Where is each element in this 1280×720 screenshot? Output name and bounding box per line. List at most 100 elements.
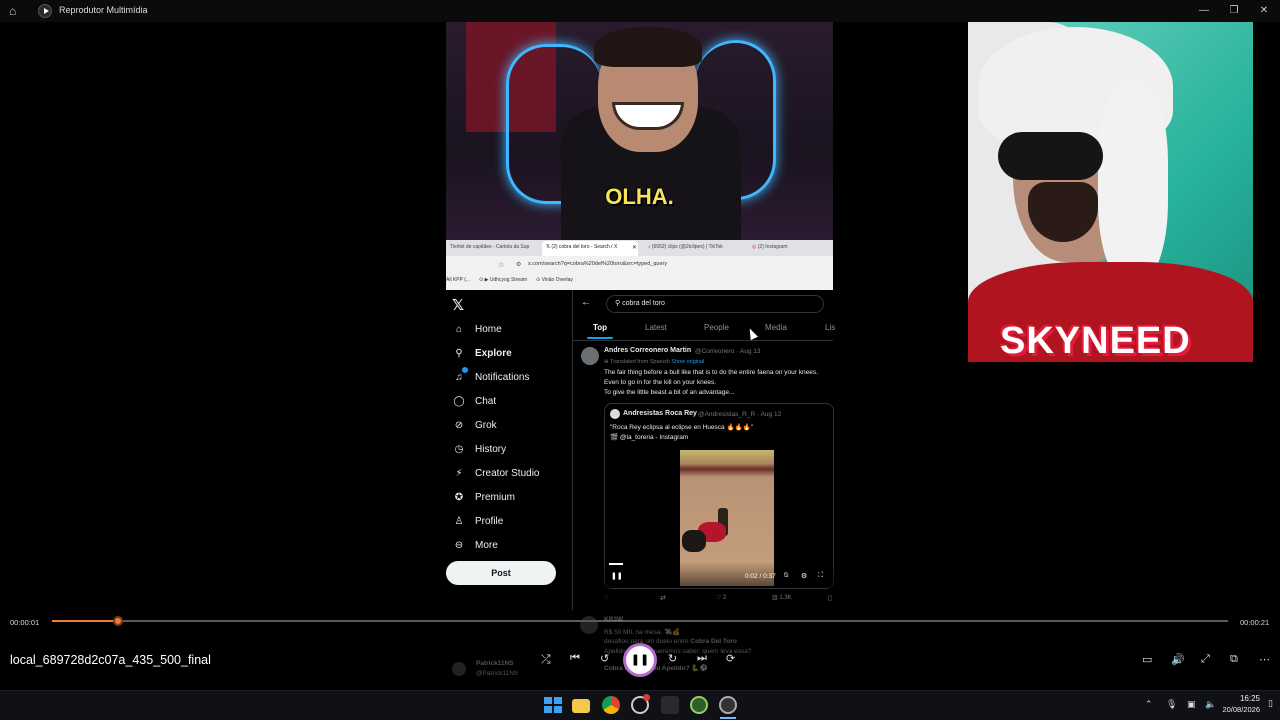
nav-profile[interactable]: ♙ Profile	[452, 512, 504, 530]
pause-icon: ❚❚	[630, 654, 650, 666]
miniplayer-icon[interactable]: ⧉	[1230, 653, 1238, 666]
minimize-button[interactable]: —	[1192, 3, 1216, 19]
close-tab-icon[interactable]: ✕	[632, 244, 637, 251]
nav-premium[interactable]: ✪ Premium	[452, 488, 515, 506]
more-icon: ⊖	[454, 539, 464, 551]
close-button[interactable]: ✕	[1252, 3, 1276, 19]
clock-time[interactable]: 16:25	[1220, 694, 1260, 703]
app-icon[interactable]	[661, 696, 679, 714]
browser-tab-active[interactable]: 𝕏 (2) cobra del toro - Search / X	[542, 241, 638, 256]
tweet-author[interactable]: Andres Correonero Martin	[604, 347, 691, 354]
browser-tab[interactable]: ◎ (2) Instagram	[752, 244, 832, 250]
streamer-video: OLHA.	[446, 22, 833, 240]
subtitles-icon[interactable]: ▭	[1142, 653, 1152, 666]
url-bar[interactable]: x.com/search?q=cobra%20del%20toro&src=ty…	[528, 261, 667, 267]
tweet-text: Even to go in for the kill on your knees…	[604, 379, 717, 386]
seek-fill	[52, 620, 118, 622]
history-icon: ◷	[454, 443, 464, 455]
bookmark-icon[interactable]: ▯	[828, 594, 832, 602]
retweet-icon[interactable]: ⇄	[660, 594, 666, 602]
nav-creator-studio[interactable]: ⚡ Creator Studio	[452, 464, 539, 482]
quoted-handle-date: @Andresistas_R_R · Aug 12	[698, 411, 782, 418]
search-input[interactable]: ⚲ cobra del toro	[606, 295, 824, 313]
side-user: Patrick11NS @Patrick11NS	[452, 660, 572, 682]
app-title: Reprodutor Multimídia	[59, 5, 148, 15]
volume-icon[interactable]: 🔊	[1171, 653, 1185, 666]
tab-lists[interactable]: Lis	[825, 323, 835, 332]
file-name: local_689728d2c07a_435_500_final	[10, 653, 211, 667]
elapsed-time: 00:00:01	[10, 618, 40, 627]
avatar[interactable]	[581, 347, 599, 365]
pause-button[interactable]: ❚❚	[626, 646, 654, 674]
repeat-off-icon[interactable]: ⟳	[726, 652, 735, 665]
tab-people[interactable]: People	[704, 323, 729, 332]
bell-icon: ♫	[452, 367, 468, 384]
remaining-time: 00:00:21	[1240, 618, 1270, 627]
reply-icon[interactable]: ◌	[604, 594, 608, 601]
profile-icon: ♙	[454, 515, 464, 527]
bookmark-item[interactable]: ⊙ ▶ Udhcyog Stream	[479, 277, 527, 283]
network-icon[interactable]: ▣	[1187, 699, 1196, 710]
nav-more[interactable]: ⊖ More	[452, 536, 498, 554]
post-button[interactable]: Post	[446, 561, 556, 585]
home-icon[interactable]: ⌂	[9, 4, 23, 18]
tab-latest[interactable]: Latest	[645, 323, 667, 332]
notifications-icon[interactable]: ▯	[1268, 698, 1273, 709]
obs-icon[interactable]	[631, 694, 650, 714]
premium-icon: ✪	[454, 491, 464, 503]
browser-chrome: Tierlist de capitães - Cartola da Sup 𝕏 …	[446, 240, 833, 290]
lightning-icon: ⚡	[455, 467, 463, 479]
clock-date[interactable]: 20/08/2026	[1210, 705, 1260, 714]
show-original-link[interactable]: Show original	[671, 359, 704, 365]
x-logo-icon[interactable]: 𝕏	[452, 296, 464, 314]
settings-icon[interactable]: ⚙	[801, 572, 807, 580]
avatar	[610, 409, 620, 419]
heart-icon: ♡	[716, 595, 724, 601]
app-icon	[38, 4, 52, 18]
nav-chat[interactable]: ◯ Chat	[452, 392, 496, 410]
views-count[interactable]: ▥ 1.3K	[772, 594, 792, 601]
previous-icon[interactable]: ⏮	[570, 652, 580, 665]
next-icon[interactable]: ⏭	[697, 652, 707, 665]
nav-history[interactable]: ◷ History	[452, 440, 507, 458]
bookmark-item[interactable]: ⊙ Vinão Overlay	[536, 277, 573, 283]
file-explorer-icon[interactable]	[572, 699, 590, 713]
tab-media[interactable]: Media	[765, 323, 787, 332]
restore-button[interactable]: ❐	[1222, 3, 1246, 19]
grok-icon: ⊘	[454, 419, 464, 431]
tweet-text: To give the little beast a bit of an adv…	[604, 389, 735, 396]
forward-30-icon[interactable]: ↻	[668, 652, 677, 665]
nav-explore[interactable]: ⚲ Explore	[452, 344, 511, 362]
tweet-video-time: 0:02 / 0:37	[745, 573, 776, 580]
microphone-icon[interactable]: 🎙	[1166, 699, 1177, 710]
shuffle-icon[interactable]: ⤮	[541, 652, 551, 667]
video-progress[interactable]	[609, 563, 623, 565]
media-player-taskbar-icon[interactable]	[719, 696, 737, 714]
fullscreen-icon[interactable]: ⛶	[818, 572, 823, 580]
rewind-10-icon[interactable]: ↺	[600, 652, 609, 665]
chrome-icon[interactable]	[602, 696, 620, 714]
windows-start-icon[interactable]	[543, 696, 562, 714]
facecam: SKYNEED	[968, 22, 1253, 362]
like-button[interactable]: ♡ 2	[716, 594, 726, 601]
tweet-pause-icon[interactable]: ❚❚	[611, 572, 623, 580]
seek-thumb[interactable]	[112, 616, 123, 626]
back-arrow-icon[interactable]: ←	[581, 297, 591, 308]
mute-icon[interactable]: ⍉	[784, 572, 788, 580]
fullscreen-icon[interactable]: ⤢	[1201, 653, 1210, 666]
bookmark-icon[interactable]: ☆	[498, 261, 504, 269]
chevron-up-icon[interactable]: ⌃	[1145, 699, 1153, 710]
search-icon: ⚲	[455, 347, 463, 359]
app-icon[interactable]	[690, 696, 708, 714]
nav-home[interactable]: ⌂ Home	[452, 320, 502, 338]
bookmark-item[interactable]: All KPP (...	[446, 277, 470, 283]
nav-grok[interactable]: ⊘ Grok	[452, 416, 497, 434]
streamer-name-overlay: SKYNEED	[1000, 320, 1191, 362]
site-info-icon[interactable]: ⚙	[516, 261, 521, 268]
browser-tab[interactable]: Tierlist de capitães - Cartola da Sup	[450, 244, 538, 250]
quoted-credit: 🎬 @la_toreria - Instagram	[610, 434, 689, 441]
browser-tab[interactable]: ♪ (6652) clips (@2tclipes) | TikTok	[648, 244, 744, 250]
nav-notifications[interactable]: ♫ Notifications	[452, 367, 529, 386]
tab-top[interactable]: Top	[593, 323, 607, 332]
more-options-icon[interactable]: ⋯	[1259, 653, 1270, 666]
